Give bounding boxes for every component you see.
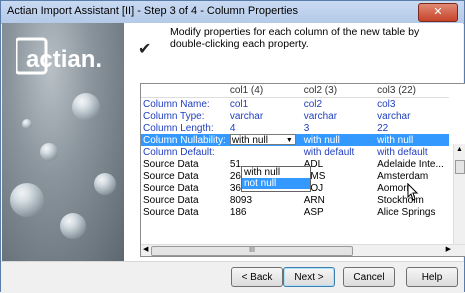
property-row-default: Column Default: with default with defaul… xyxy=(141,146,449,158)
scroll-left-icon[interactable]: ◀ xyxy=(143,245,148,253)
property-cell[interactable]: with default xyxy=(302,146,375,158)
data-cell: 8093 xyxy=(229,194,253,206)
data-row: Source Data 8093 ARN Stockholm xyxy=(141,194,449,206)
mouse-cursor-icon xyxy=(407,183,419,201)
water-drop-decoration xyxy=(72,93,100,121)
side-banner-image: actian. xyxy=(2,23,124,261)
dropdown-option-selected[interactable]: not null xyxy=(242,178,310,189)
help-button[interactable]: Help xyxy=(406,267,458,287)
next-button[interactable]: Next > xyxy=(283,267,335,287)
property-label: Column Length: xyxy=(143,122,214,134)
window-title: Actian Import Assistant [II] - Step 3 of… xyxy=(7,5,299,17)
grid-header-cell xyxy=(141,84,228,98)
property-cell[interactable]: 3 xyxy=(302,122,375,134)
data-cell: Alice Springs xyxy=(377,206,436,218)
import-assistant-window: Actian Import Assistant [II] - Step 3 of… xyxy=(0,0,465,293)
cancel-button[interactable]: Cancel xyxy=(343,267,395,287)
property-cell[interactable]: varchar xyxy=(375,110,449,122)
property-label: Column Nullability: xyxy=(141,134,228,146)
data-cell: Adelaide Inte... xyxy=(377,158,444,170)
nullability-select[interactable]: with null ▼ xyxy=(229,134,296,146)
dropdown-option[interactable]: with null xyxy=(242,167,310,178)
title-bar: Actian Import Assistant [II] - Step 3 of… xyxy=(1,1,464,24)
data-cell: AMS xyxy=(303,170,326,182)
chevron-down-icon[interactable]: ▼ xyxy=(286,135,293,146)
horizontal-scrollbar[interactable]: ◀ III ▶ xyxy=(141,244,465,256)
property-cell[interactable]: 4 xyxy=(228,122,302,134)
property-cell[interactable]: col2 xyxy=(302,98,375,111)
property-cell[interactable]: with null xyxy=(375,134,449,146)
water-drop-decoration xyxy=(22,119,32,129)
data-cell: Amsterdam xyxy=(377,170,429,182)
water-drop-decoration xyxy=(94,173,116,195)
property-row-name: Column Name: col1 col2 col3 xyxy=(141,98,449,111)
scroll-up-icon[interactable]: ▲ xyxy=(456,146,463,153)
vertical-scrollbar[interactable]: ▲ ▼ xyxy=(453,144,465,254)
instruction-text: Modify properties for each column of the… xyxy=(170,26,420,50)
data-cell: ARN xyxy=(303,194,325,206)
property-label: Column Type: xyxy=(143,110,205,122)
data-row-label: Source Data xyxy=(143,182,199,194)
property-cell[interactable]: with null xyxy=(301,134,376,146)
property-row-type: Column Type: varchar varchar varchar xyxy=(141,110,449,122)
vertical-scroll-thumb[interactable] xyxy=(455,160,465,174)
nullability-combo-cell[interactable]: with null ▼ xyxy=(227,134,302,146)
data-row-label: Source Data xyxy=(143,194,199,206)
actian-logo: actian. xyxy=(16,37,102,75)
properties-table: col1 (4) col2 (3) col3 (22) Column Name:… xyxy=(141,84,449,218)
property-label: Column Name: xyxy=(143,98,210,110)
nullability-dropdown-list: with null not null xyxy=(241,166,311,192)
property-row-length: Column Length: 4 3 22 xyxy=(141,122,449,134)
horizontal-scroll-thumb[interactable]: III xyxy=(151,246,353,256)
data-cell: AOJ xyxy=(303,182,324,194)
instruction-header: ✔ Modify properties for each column of t… xyxy=(124,23,463,85)
property-cell[interactable] xyxy=(228,146,302,158)
property-cell[interactable]: varchar xyxy=(228,110,302,122)
scroll-right-icon[interactable]: ▶ xyxy=(446,245,451,253)
property-cell[interactable]: 22 xyxy=(375,122,449,134)
data-row-label: Source Data xyxy=(143,206,199,218)
property-cell[interactable]: varchar xyxy=(302,110,375,122)
grid-header-cell[interactable]: col1 (4) xyxy=(227,84,302,98)
grid-header-row: col1 (4) col2 (3) col3 (22) xyxy=(141,84,449,98)
data-row-label: Source Data xyxy=(143,158,199,170)
data-cell: ASP xyxy=(303,206,324,218)
property-cell[interactable]: with default xyxy=(375,146,449,158)
data-row: Source Data 186 ASP Alice Springs xyxy=(141,206,449,218)
data-row-label: Source Data xyxy=(143,170,199,182)
data-cell: ADL xyxy=(303,158,324,170)
water-drop-decoration xyxy=(40,143,58,161)
wizard-button-bar: < Back Next > Cancel Help xyxy=(1,261,464,293)
grid-header-cell[interactable]: col3 (22) xyxy=(375,84,449,98)
property-cell[interactable]: col3 xyxy=(375,98,449,111)
step-content-panel: ✔ Modify properties for each column of t… xyxy=(124,23,465,261)
property-label: Column Default: xyxy=(143,146,215,158)
grid-header-cell[interactable]: col2 (3) xyxy=(301,84,376,98)
water-drop-decoration xyxy=(10,183,44,217)
water-drop-decoration xyxy=(60,213,86,239)
nullability-select-value: with null xyxy=(231,135,268,146)
property-row-nullability: Column Nullability: with null ▼ with null… xyxy=(141,134,449,146)
data-cell: 186 xyxy=(229,206,247,218)
property-cell[interactable]: col1 xyxy=(228,98,302,111)
back-button[interactable]: < Back xyxy=(231,267,283,287)
check-mark-icon: ✔ xyxy=(138,41,152,58)
column-properties-grid[interactable]: col1 (4) col2 (3) col3 (22) Column Name:… xyxy=(140,83,465,257)
logo-text: actian. xyxy=(26,46,102,73)
close-button[interactable]: ✕ xyxy=(418,3,458,22)
